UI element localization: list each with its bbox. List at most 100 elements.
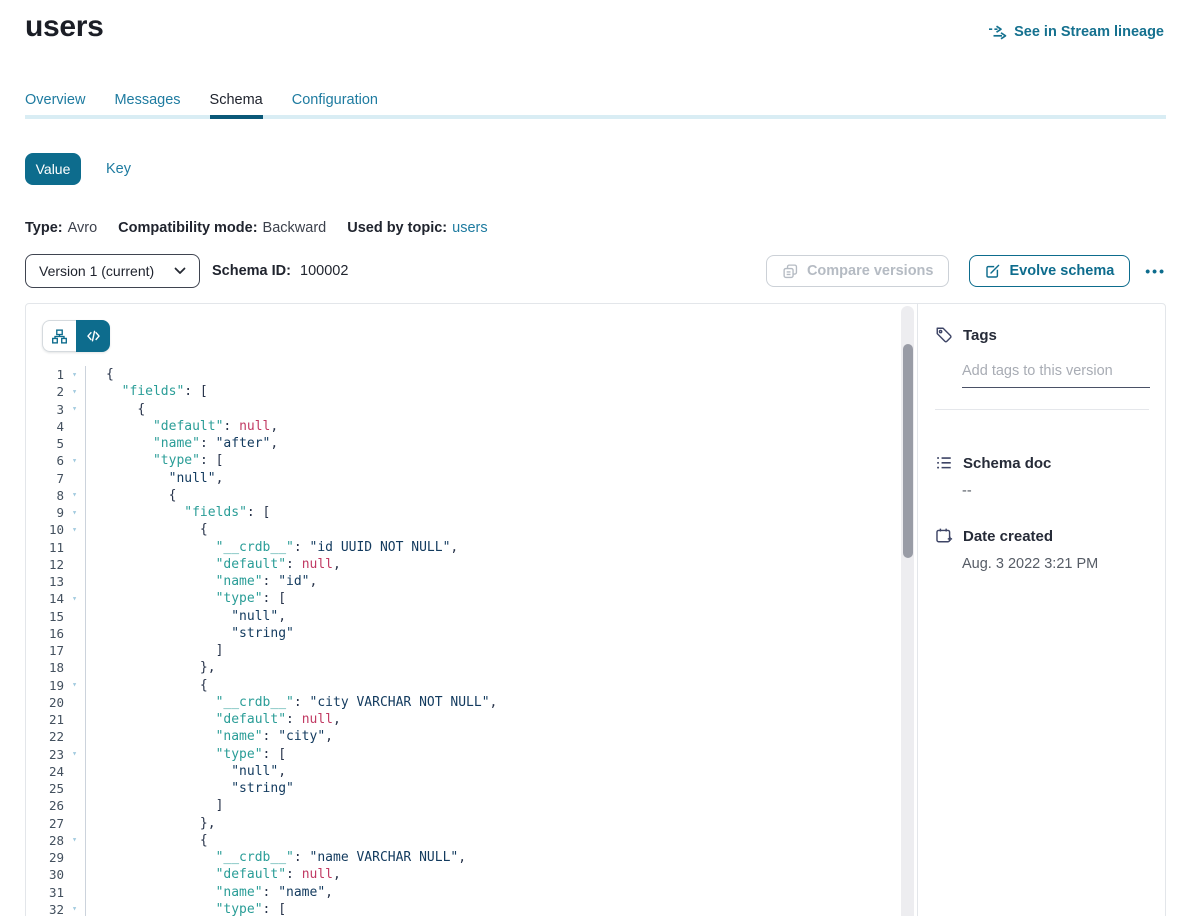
see-in-stream-lineage-link[interactable]: See in Stream lineage [988, 24, 1164, 40]
compare-versions-button[interactable]: Compare versions [766, 255, 950, 287]
schema-doc-value: -- [962, 483, 1149, 499]
code-line: 27 }, [26, 815, 917, 832]
line-number: 32 [26, 902, 64, 916]
fold-toggle-icon[interactable]: ▾ [64, 521, 86, 538]
code-text: "default": null, [86, 867, 341, 882]
code-lines: 1▾{2▾ "fields": [3▾ {4 "default": null,5… [26, 366, 917, 916]
code-line: 4 "default": null, [26, 418, 917, 435]
code-text: "__crdb__": "id UUID NOT NULL", [86, 540, 458, 555]
fold-spacer [64, 435, 86, 452]
fold-spacer [64, 815, 86, 832]
line-number: 19 [26, 678, 64, 693]
code-line: 31 "name": "name", [26, 884, 917, 901]
fold-spacer [64, 711, 86, 728]
fold-toggle-icon[interactable]: ▾ [64, 487, 86, 504]
tab-bar: OverviewMessagesSchemaConfiguration [25, 93, 1166, 119]
fold-toggle-icon[interactable]: ▾ [64, 366, 86, 383]
line-number: 8 [26, 488, 64, 503]
more-options-button[interactable]: ••• [1145, 264, 1166, 278]
fold-toggle-icon[interactable]: ▾ [64, 452, 86, 469]
schema-page: users See in Stream lineage OverviewMess… [0, 8, 1189, 916]
fold-spacer [64, 642, 86, 659]
code-text: "fields": [ [86, 384, 208, 399]
fold-spacer [64, 556, 86, 573]
used-by-topic-label: Used by topic: [347, 220, 447, 237]
line-number: 30 [26, 867, 64, 882]
value-toggle-button[interactable]: Value [25, 153, 81, 185]
edit-icon [985, 263, 1001, 279]
code-line: 19▾ { [26, 677, 917, 694]
line-number: 21 [26, 712, 64, 727]
fold-toggle-icon[interactable]: ▾ [64, 746, 86, 763]
line-number: 18 [26, 660, 64, 675]
line-number: 11 [26, 540, 64, 555]
chevron-down-icon [174, 267, 186, 275]
tab-track [25, 115, 1166, 119]
used-by-topic-link[interactable]: users [452, 220, 487, 237]
tags-title: Tags [963, 327, 997, 344]
fold-spacer [64, 608, 86, 625]
schema-detail-panel: 1▾{2▾ "fields": [3▾ {4 "default": null,5… [25, 303, 1166, 916]
fold-toggle-icon[interactable]: ▾ [64, 832, 86, 849]
code-line: 13 "name": "id", [26, 573, 917, 590]
fold-spacer [64, 849, 86, 866]
schema-id-label: Schema ID: [212, 263, 291, 279]
tag-icon [935, 326, 953, 344]
code-view-icon [85, 328, 102, 345]
tab-schema[interactable]: Schema [210, 93, 263, 119]
code-text: "null", [86, 471, 223, 486]
code-line: 15 "null", [26, 608, 917, 625]
fold-spacer [64, 797, 86, 814]
tree-view-button[interactable] [42, 320, 76, 352]
line-number: 24 [26, 764, 64, 779]
code-text: "default": null, [86, 712, 341, 727]
line-number: 26 [26, 798, 64, 813]
line-number: 13 [26, 574, 64, 589]
fold-toggle-icon[interactable]: ▾ [64, 383, 86, 400]
fold-toggle-icon[interactable]: ▾ [64, 590, 86, 607]
code-text: { [86, 402, 145, 417]
calendar-plus-icon [935, 527, 953, 545]
code-scrollbar-track[interactable] [901, 306, 914, 916]
date-created-value: Aug. 3 2022 3:21 PM [962, 556, 1149, 572]
type-value: Avro [68, 220, 98, 237]
key-toggle-link[interactable]: Key [106, 161, 131, 177]
line-number: 27 [26, 816, 64, 831]
version-select[interactable]: Version 1 (current) [25, 254, 200, 288]
line-number: 29 [26, 850, 64, 865]
code-view-button[interactable] [76, 320, 110, 352]
fold-toggle-icon[interactable]: ▾ [64, 401, 86, 418]
schema-meta-row: Type: Avro Compatibility mode: Backward … [25, 220, 1166, 237]
line-number: 5 [26, 436, 64, 451]
evolve-schema-label: Evolve schema [1009, 263, 1114, 279]
code-text: "string" [86, 626, 294, 641]
fold-toggle-icon[interactable]: ▾ [64, 504, 86, 521]
code-text: "type": [ [86, 902, 286, 916]
evolve-schema-button[interactable]: Evolve schema [969, 255, 1130, 287]
fold-toggle-icon[interactable]: ▾ [64, 677, 86, 694]
code-line: 24 "null", [26, 763, 917, 780]
line-number: 23 [26, 747, 64, 762]
tags-input[interactable] [962, 363, 1150, 388]
code-line: 25 "string" [26, 780, 917, 797]
schema-sidebar: Tags Schema doc -- [917, 304, 1165, 916]
fold-spacer [64, 866, 86, 883]
code-line: 29 "__crdb__": "name VARCHAR NULL", [26, 849, 917, 866]
fold-toggle-icon[interactable]: ▾ [64, 901, 86, 916]
code-text: ] [86, 643, 223, 658]
code-text: "null", [86, 764, 286, 779]
code-scrollbar-thumb[interactable] [903, 344, 913, 558]
code-line: 28▾ { [26, 832, 917, 849]
code-line: 7 "null", [26, 470, 917, 487]
line-number: 17 [26, 643, 64, 658]
schema-view-toggle [42, 320, 110, 352]
code-text: { [86, 522, 208, 537]
code-line: 18 }, [26, 659, 917, 676]
fold-spacer [64, 763, 86, 780]
schema-id: Schema ID: 100002 [212, 263, 348, 279]
code-line: 6▾ "type": [ [26, 452, 917, 469]
line-number: 2 [26, 384, 64, 399]
schema-id-value: 100002 [300, 263, 348, 279]
code-line: 12 "default": null, [26, 556, 917, 573]
code-line: 30 "default": null, [26, 866, 917, 883]
